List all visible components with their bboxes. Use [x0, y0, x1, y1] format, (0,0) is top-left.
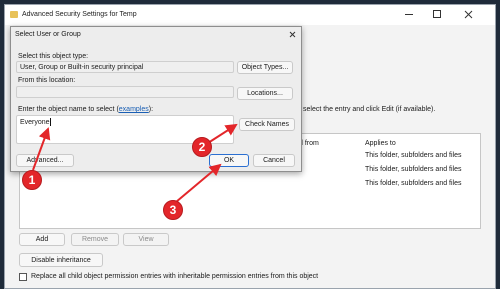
arrow-1: [32, 127, 51, 171]
annotation-badge-2: 2: [192, 137, 212, 157]
annotation-badge-1: 1: [22, 170, 42, 190]
annotation-arrows: [32, 123, 238, 203]
annotation-badge-3: 3: [163, 200, 183, 220]
arrow-2: [207, 123, 238, 144]
arrow-3: [175, 163, 222, 203]
